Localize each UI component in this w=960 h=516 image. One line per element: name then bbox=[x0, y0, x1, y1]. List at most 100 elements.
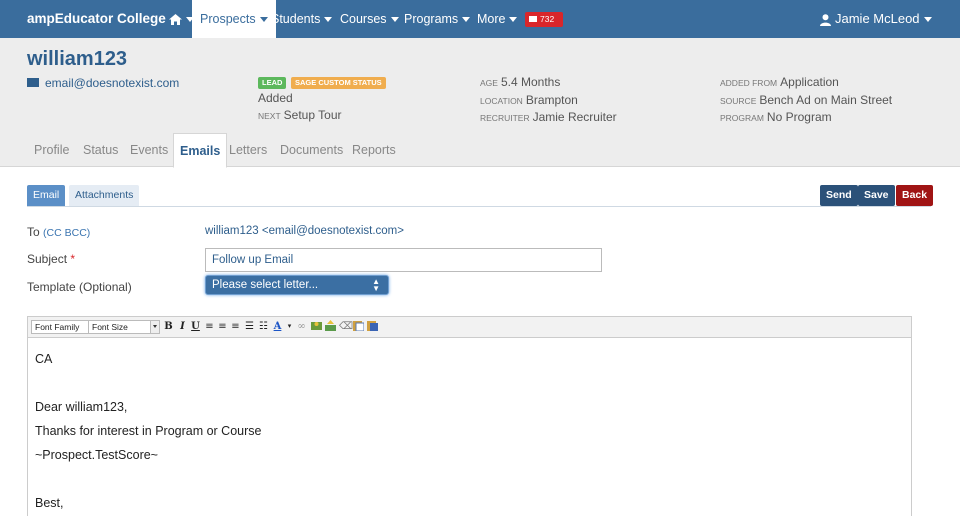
font-family-label: Font Family bbox=[35, 322, 80, 332]
brand-logo[interactable]: ampEducator College bbox=[27, 11, 166, 26]
mail-count: 732 bbox=[540, 14, 555, 24]
align-left-icon[interactable]: ≡ bbox=[204, 320, 215, 333]
prospect-name: william123 bbox=[27, 48, 128, 70]
editor-content[interactable]: CA Dear william123, Thanks for interest … bbox=[28, 338, 911, 516]
status-text: Added bbox=[258, 91, 293, 105]
nav-label: Prospects bbox=[200, 12, 256, 26]
to-label: To bbox=[27, 225, 40, 239]
to-label-group: To (CC BCC) bbox=[27, 225, 90, 239]
numbered-list-icon[interactable]: ☷ bbox=[258, 320, 269, 333]
age-value: 5.4 Months bbox=[500, 75, 561, 89]
next-value: Setup Tour bbox=[283, 108, 342, 122]
top-navbar: ampEducator College Prospects Students C… bbox=[0, 0, 960, 38]
nav-label: Courses bbox=[340, 12, 387, 26]
upload-icon[interactable] bbox=[325, 320, 336, 333]
template-select[interactable]: Please select letter... ▲ ▼ bbox=[205, 275, 389, 295]
to-recipient: william123 <email@doesnotexist.com> bbox=[205, 225, 404, 237]
editor-line: ~Prospect.TestScore~ bbox=[35, 448, 158, 462]
editor-toolbar: Font Family Font Size B I U ≡ ≡ ≡ ☰ ☷ A … bbox=[28, 317, 911, 338]
next-label: NEXT bbox=[258, 111, 281, 121]
mail-count-badge[interactable]: 732 bbox=[525, 12, 563, 27]
age-field: AGE 5.4 Months bbox=[480, 75, 560, 89]
chevron-down-icon bbox=[390, 17, 399, 23]
eraser-icon[interactable]: ⌫ bbox=[339, 320, 353, 333]
envelope-icon bbox=[529, 15, 537, 22]
subject-input[interactable]: Follow up Email bbox=[205, 248, 602, 272]
subject-label: Subject bbox=[27, 252, 68, 266]
tab-profile[interactable]: Profile bbox=[34, 133, 69, 167]
dropdown-arrow-icon bbox=[150, 321, 159, 333]
chevron-down-icon bbox=[324, 17, 333, 23]
select-arrows-icon: ▲ ▼ bbox=[372, 277, 380, 293]
location-field: LOCATION Brampton bbox=[480, 93, 578, 107]
recruiter-label: RECRUITER bbox=[480, 113, 530, 123]
required-marker: * bbox=[70, 252, 76, 266]
home-menu[interactable] bbox=[169, 0, 194, 38]
age-label: AGE bbox=[480, 78, 498, 88]
user-menu[interactable]: Jamie McLeod bbox=[820, 0, 932, 38]
editor-line: CA bbox=[35, 352, 53, 366]
paste-icon[interactable] bbox=[353, 320, 365, 333]
program-label: PROGRAM bbox=[720, 113, 764, 123]
nav-students[interactable]: Students bbox=[271, 0, 333, 38]
home-icon bbox=[169, 14, 182, 26]
bullet-list-icon[interactable]: ☰ bbox=[244, 320, 255, 333]
tab-events[interactable]: Events bbox=[130, 133, 168, 167]
editor-line: Best, bbox=[35, 496, 64, 510]
cc-bcc-link[interactable]: (CC BCC) bbox=[43, 227, 90, 239]
bold-icon[interactable]: B bbox=[163, 320, 174, 333]
location-label: LOCATION bbox=[480, 96, 523, 106]
subtab-attachments[interactable]: Attachments bbox=[69, 185, 140, 206]
recruiter-field: RECRUITER Jamie Recruiter bbox=[480, 110, 617, 124]
user-icon bbox=[820, 13, 831, 26]
nav-label: More bbox=[477, 12, 506, 26]
underline-icon[interactable]: U bbox=[190, 320, 201, 333]
source-field: SOURCE Bench Ad on Main Street bbox=[720, 93, 892, 107]
nav-more[interactable]: More bbox=[477, 0, 518, 38]
text-color-icon[interactable]: A bbox=[272, 320, 283, 333]
tab-status[interactable]: Status bbox=[83, 133, 118, 167]
paste-word-icon[interactable] bbox=[367, 320, 378, 333]
program-field: PROGRAM No Program bbox=[720, 110, 832, 124]
tab-documents[interactable]: Documents bbox=[280, 133, 343, 167]
back-button[interactable]: Back bbox=[896, 185, 934, 206]
subtab-email[interactable]: Email bbox=[27, 185, 66, 206]
font-size-select[interactable]: Font Size bbox=[88, 320, 160, 334]
program-value: No Program bbox=[766, 110, 832, 124]
nav-label: Students bbox=[271, 12, 321, 26]
nav-prospects[interactable]: Prospects bbox=[192, 0, 276, 38]
prospect-email[interactable]: email@doesnotexist.com bbox=[27, 76, 179, 90]
chevron-down-icon bbox=[462, 17, 471, 23]
link-icon[interactable]: ∞ bbox=[296, 320, 307, 333]
insert-image-icon[interactable] bbox=[311, 320, 322, 333]
send-button[interactable]: Send bbox=[820, 185, 858, 206]
nav-courses[interactable]: Courses bbox=[340, 0, 399, 38]
template-value: Please select letter... bbox=[212, 279, 319, 291]
align-right-icon[interactable]: ≡ bbox=[230, 320, 241, 333]
save-button[interactable]: Save bbox=[858, 185, 895, 206]
chevron-down-icon[interactable]: ▾ bbox=[284, 320, 295, 333]
rich-text-editor: Font Family Font Size B I U ≡ ≡ ≡ ☰ ☷ A … bbox=[27, 316, 912, 516]
tab-reports[interactable]: Reports bbox=[352, 133, 396, 167]
tab-emails[interactable]: Emails bbox=[173, 133, 228, 168]
added-from-value: Application bbox=[780, 75, 839, 89]
subject-label-group: Subject * bbox=[27, 252, 75, 266]
editor-line: Dear william123, bbox=[35, 400, 128, 414]
tab-letters[interactable]: Letters bbox=[229, 133, 267, 167]
envelope-icon bbox=[27, 78, 39, 88]
nav-programs[interactable]: Programs bbox=[404, 0, 471, 38]
added-from-field: ADDED FROM Application bbox=[720, 75, 839, 89]
next-step: NEXT Setup Tour bbox=[258, 108, 342, 122]
subtab-divider bbox=[27, 206, 931, 207]
align-center-icon[interactable]: ≡ bbox=[217, 320, 228, 333]
recruiter-value: Jamie Recruiter bbox=[532, 110, 617, 124]
source-label: SOURCE bbox=[720, 96, 757, 106]
editor-line: Thanks for interest in Program or Course bbox=[35, 424, 262, 438]
paste-word-glyph bbox=[367, 321, 378, 331]
chevron-down-icon bbox=[259, 17, 268, 23]
user-name: Jamie McLeod bbox=[835, 11, 920, 26]
font-size-label: Font Size bbox=[92, 322, 128, 332]
italic-icon[interactable]: I bbox=[177, 320, 188, 333]
